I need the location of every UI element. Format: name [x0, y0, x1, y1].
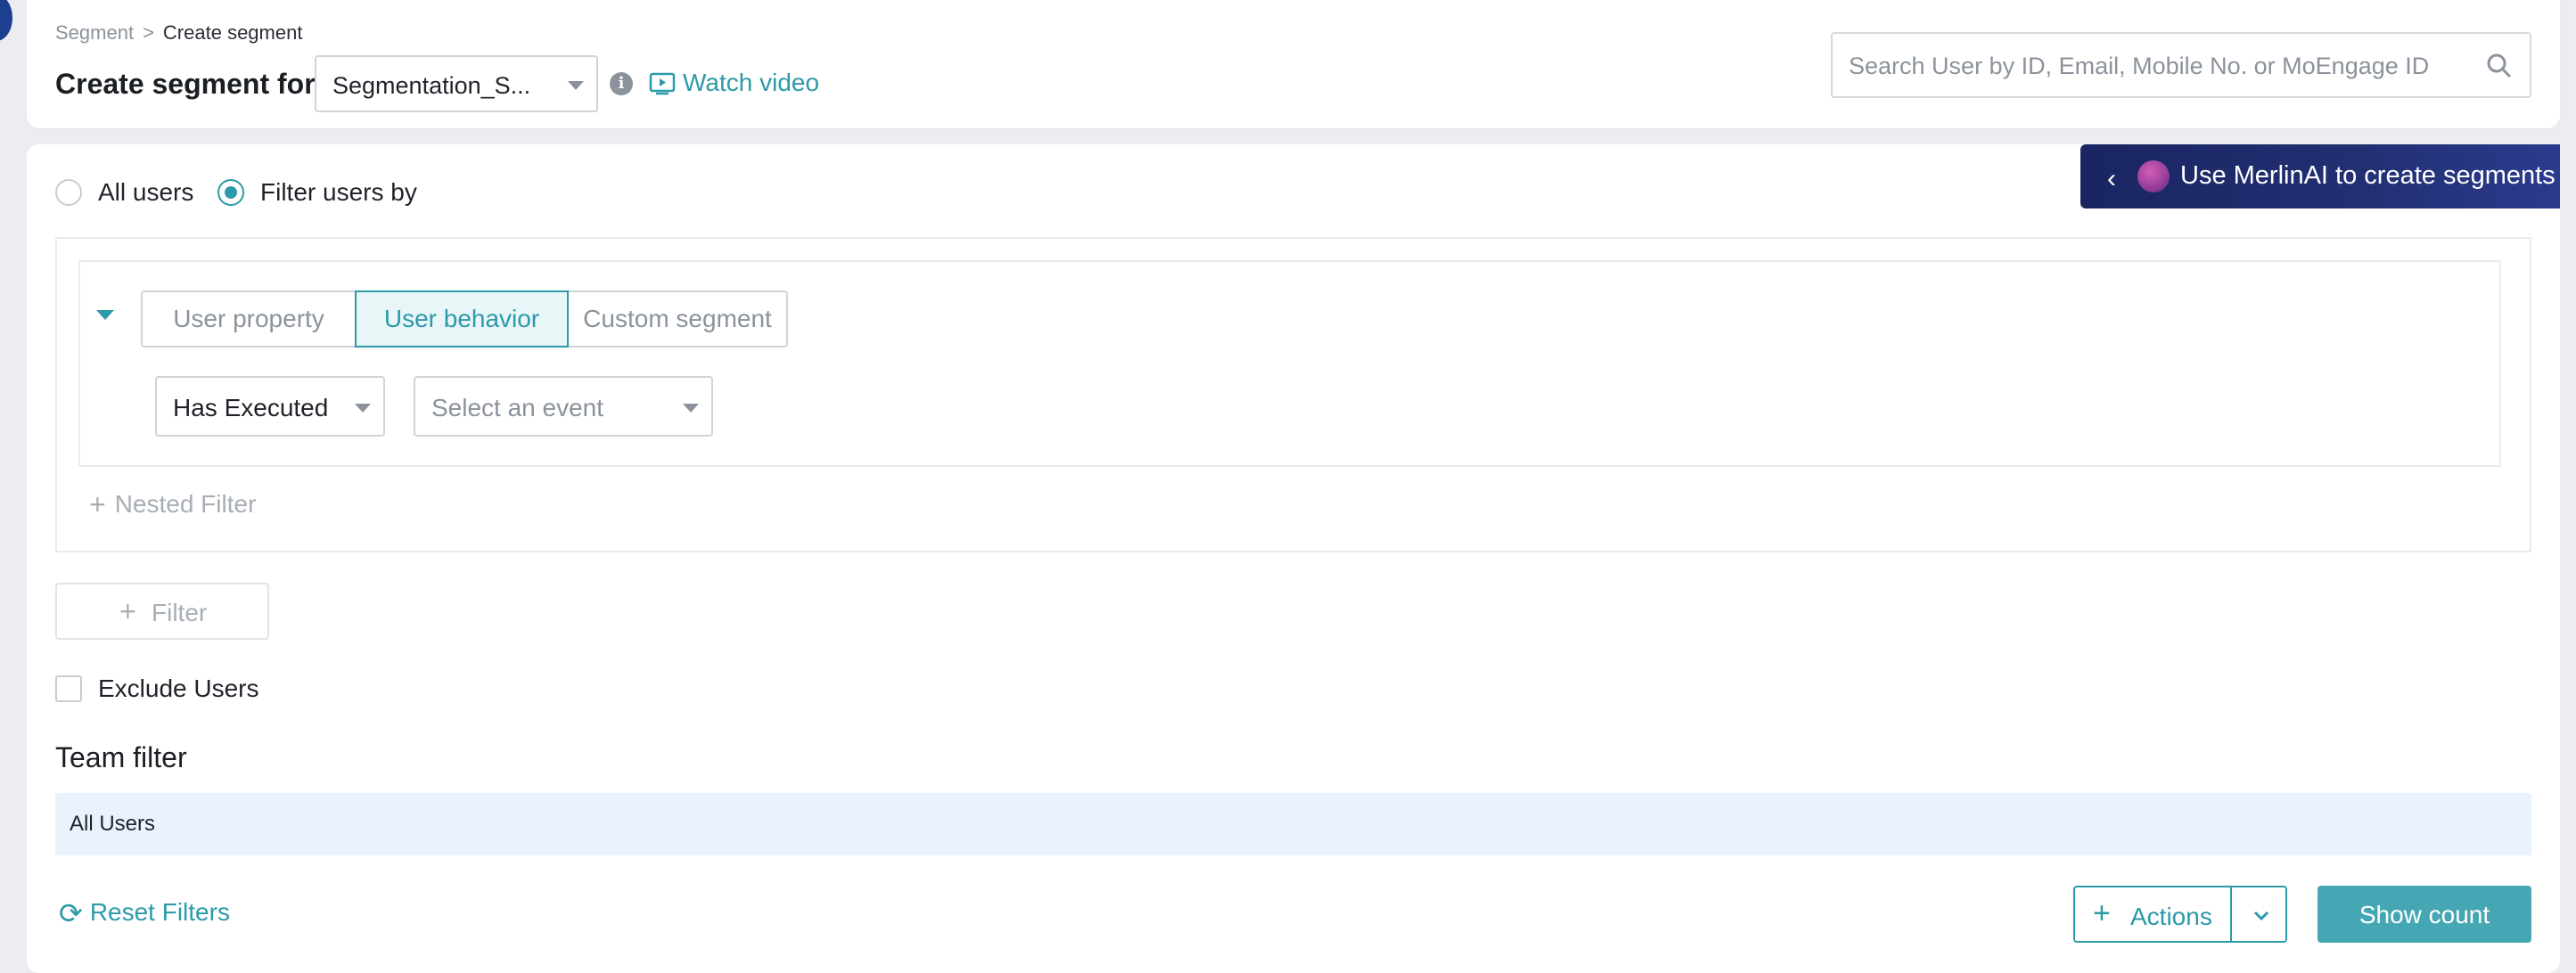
all-users-label[interactable]: All users	[98, 178, 193, 207]
tab-custom-segment[interactable]: Custom segment	[567, 290, 788, 348]
segment-type-select[interactable]: Segmentation_S...	[315, 55, 598, 112]
chevron-left-icon: ‹	[2107, 164, 2116, 193]
video-icon	[649, 72, 676, 95]
merlin-ai-label: Use MerlinAI to create segments	[2180, 161, 2555, 190]
segment-type-value: Segmentation_S...	[332, 72, 531, 99]
event-placeholder: Select an event	[431, 394, 604, 421]
breadcrumb-separator: >	[143, 21, 154, 44]
nested-filter-label: Nested Filter	[114, 490, 257, 518]
breadcrumb-parent[interactable]: Segment	[55, 21, 134, 44]
actions-button[interactable]: + Actions	[2073, 886, 2287, 943]
exclude-users-label[interactable]: Exclude Users	[98, 675, 259, 703]
user-search-input[interactable]: Search User by ID, Email, Mobile No. or …	[1831, 32, 2531, 98]
team-filter-title: Team filter	[55, 741, 187, 773]
filter-users-label[interactable]: Filter users by	[260, 178, 417, 207]
breadcrumb: Segment > Create segment	[55, 21, 302, 45]
execution-select[interactable]: Has Executed	[155, 376, 385, 437]
caret-down-icon	[355, 404, 371, 413]
reset-filters-label: Reset Filters	[89, 898, 230, 926]
tab-user-behavior[interactable]: User behavior	[355, 290, 569, 348]
nested-filter-button[interactable]: + Nested Filter	[89, 488, 256, 521]
reset-filters-button[interactable]: ⟳ Reset Filters	[59, 896, 230, 930]
all-users-radio[interactable]	[55, 179, 82, 206]
add-filter-button[interactable]: + Filter	[55, 583, 269, 640]
team-filter-value: All Users	[70, 812, 156, 836]
watch-video-link[interactable]: Watch video	[649, 69, 819, 97]
exclude-users-checkbox[interactable]	[55, 675, 82, 702]
plus-icon: +	[2093, 896, 2111, 930]
show-count-button[interactable]: Show count	[2318, 886, 2531, 943]
chevron-down-icon[interactable]	[2252, 905, 2271, 925]
watch-video-label: Watch video	[683, 69, 820, 96]
refresh-icon: ⟳	[59, 897, 83, 929]
tab-user-property[interactable]: User property	[141, 290, 357, 348]
team-filter-row[interactable]: All Users	[55, 793, 2531, 855]
merlin-ai-button[interactable]: ‹ Use MerlinAI to create segments	[2080, 144, 2560, 208]
execution-value: Has Executed	[173, 394, 329, 421]
app-logo-fragment	[0, 0, 12, 41]
breadcrumb-current: Create segment	[162, 21, 303, 44]
show-count-label: Show count	[2359, 901, 2490, 928]
event-select[interactable]: Select an event	[414, 376, 713, 437]
caret-down-icon	[683, 404, 699, 413]
info-icon[interactable]: i	[610, 72, 633, 95]
add-filter-label: Filter	[152, 599, 208, 626]
filter-users-radio[interactable]	[217, 179, 244, 206]
actions-divider	[2230, 887, 2232, 941]
merlin-orb-icon	[2137, 160, 2170, 192]
page-title: Create segment for	[55, 68, 316, 100]
search-placeholder: Search User by ID, Email, Mobile No. or …	[1849, 53, 2430, 79]
search-icon[interactable]	[2485, 52, 2514, 80]
caret-down-icon	[568, 81, 584, 90]
actions-label: Actions	[2130, 903, 2212, 930]
plus-icon: +	[119, 595, 136, 627]
plus-icon: +	[89, 488, 106, 520]
filter-type-tabs: User property User behavior Custom segme…	[141, 290, 788, 348]
collapse-caret-icon[interactable]	[96, 310, 114, 320]
